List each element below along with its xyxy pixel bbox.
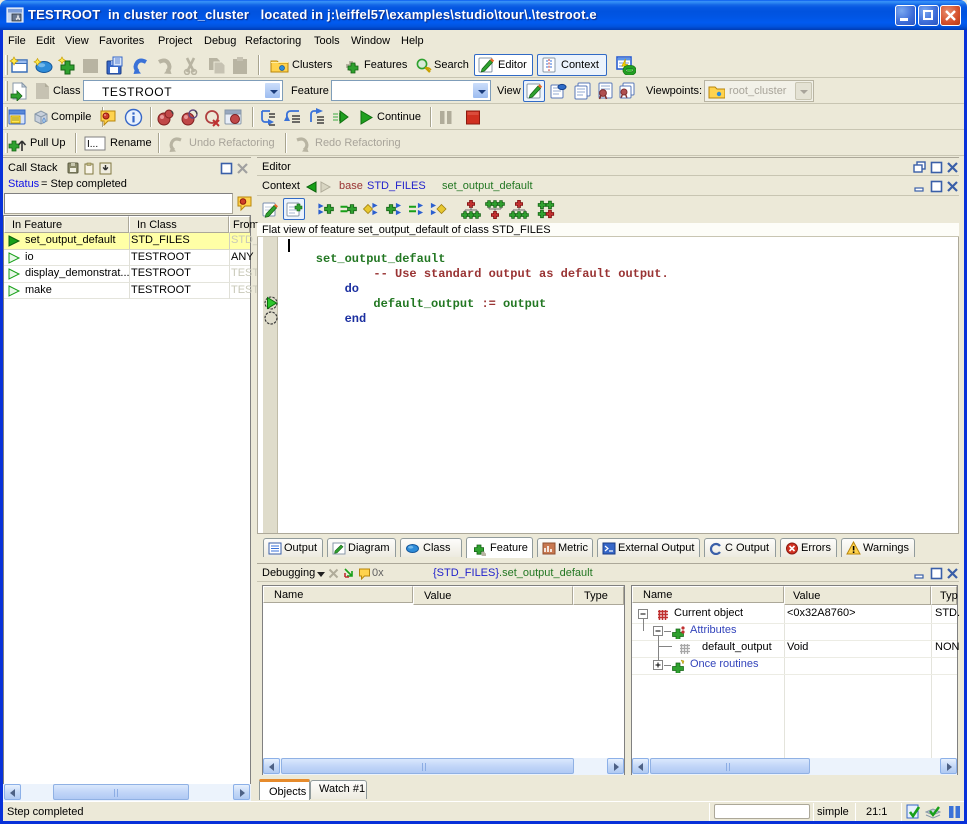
svg-text:I...: I...: [87, 139, 98, 150]
